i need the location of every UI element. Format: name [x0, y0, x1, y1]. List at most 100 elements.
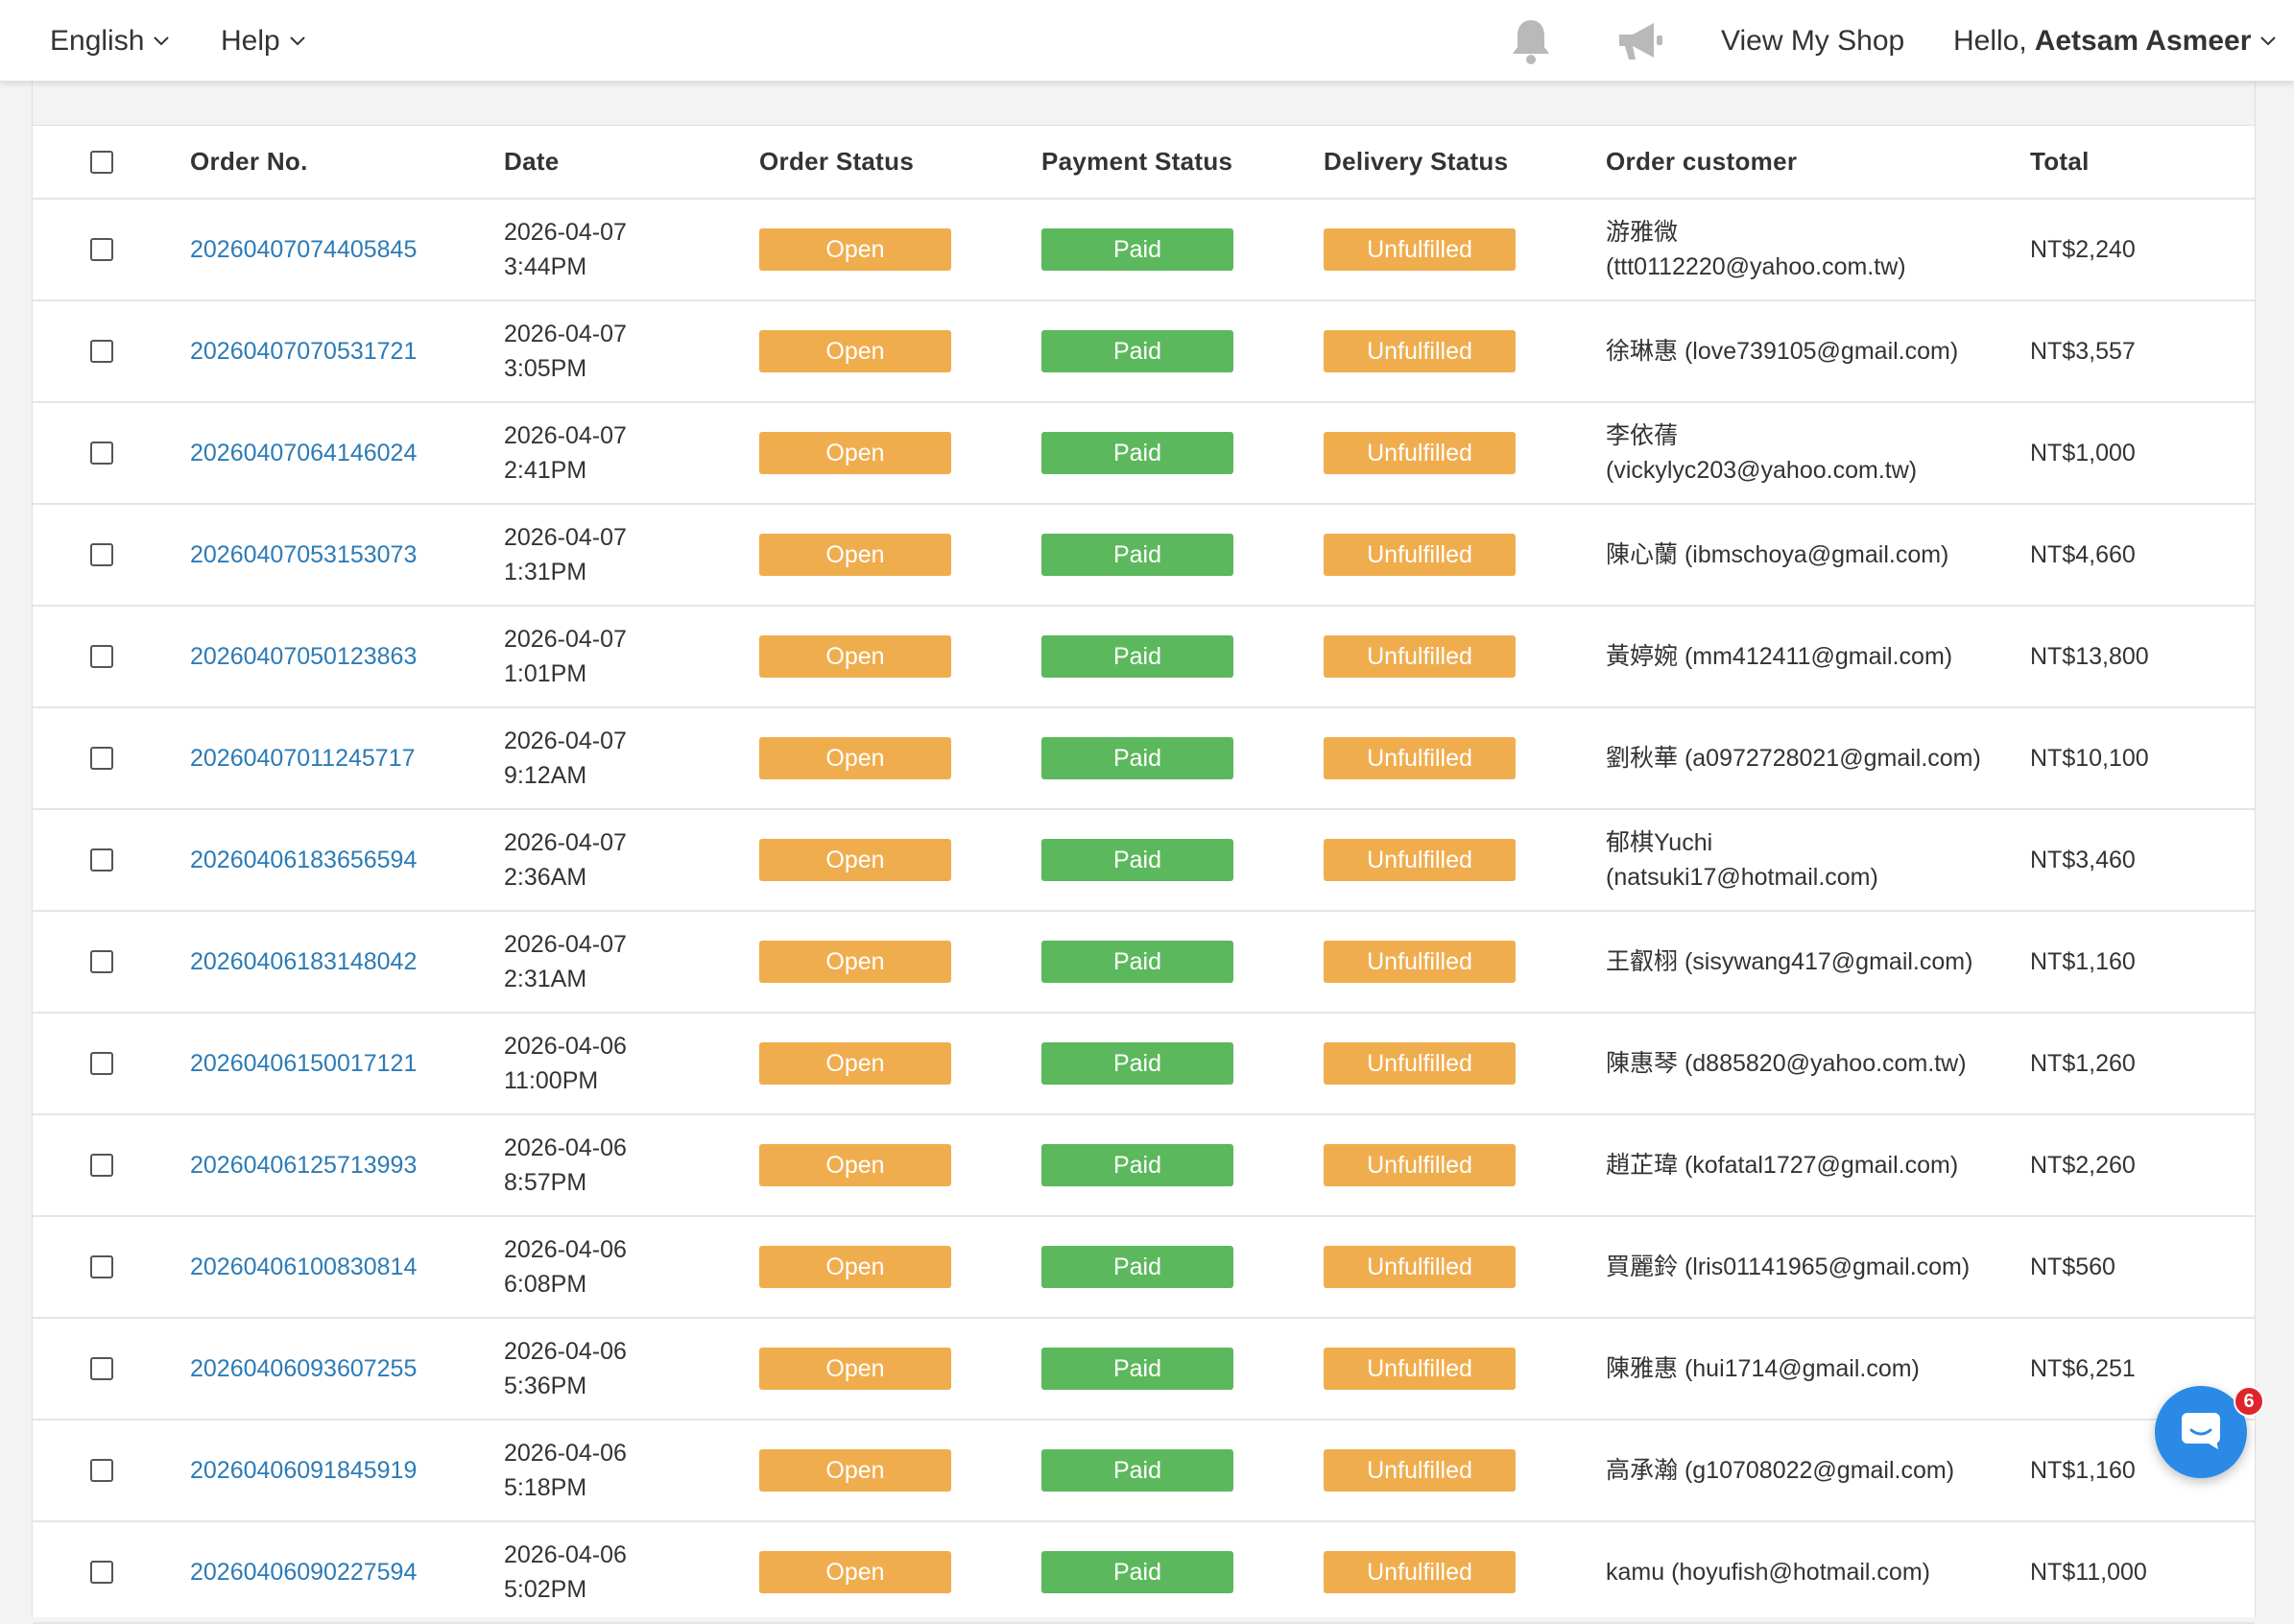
row-checkbox[interactable]	[90, 848, 113, 872]
row-checkbox[interactable]	[90, 543, 113, 566]
payment-status-cell: Paid	[1041, 504, 1324, 606]
header-total[interactable]: Total	[2030, 126, 2255, 199]
date-cell: 2026-04-07 1:31PM	[504, 504, 759, 606]
table-row[interactable]: 20260407053153073 2026-04-07 1:31PM Open Pai…	[33, 504, 2255, 606]
order-number-link[interactable]: 20260406100830814	[190, 1254, 417, 1280]
table-row[interactable]: 20260406150017121 2026-04-06 11:00PM Open Pa…	[33, 1013, 2255, 1114]
row-select-cell	[33, 300, 190, 402]
row-checkbox[interactable]	[90, 950, 113, 973]
megaphone-icon[interactable]	[1613, 0, 1666, 82]
order-status-cell: Open	[759, 1521, 1041, 1623]
language-label: English	[50, 24, 145, 57]
order-status-badge: Open	[759, 1551, 951, 1593]
order-number-link[interactable]: 20260406183656594	[190, 847, 417, 873]
table-row[interactable]: 20260407011245717 2026-04-07 9:12AM Open Pai…	[33, 707, 2255, 809]
row-select-cell	[33, 707, 190, 809]
delivery-status-cell: Unfulfilled	[1324, 199, 1606, 300]
customer-name: 陳雅惠 (hui1714@gmail.com)	[1606, 1355, 1920, 1382]
table-row[interactable]: 20260407074405845 2026-04-07 3:44PM Open Pai…	[33, 199, 2255, 300]
order-number-link[interactable]: 20260407053153073	[190, 541, 417, 568]
order-date: 2026-04-07	[504, 931, 627, 958]
table-row[interactable]: 20260406093607255 2026-04-06 5:36PM Open Pai…	[33, 1318, 2255, 1420]
order-status-cell: Open	[759, 199, 1041, 300]
order-number-link[interactable]: 20260406091845919	[190, 1457, 417, 1484]
row-checkbox[interactable]	[90, 340, 113, 363]
order-status-cell: Open	[759, 1420, 1041, 1521]
order-number-link[interactable]: 20260407074405845	[190, 236, 417, 263]
table-row[interactable]: 20260406090227594 2026-04-06 5:02PM Open Pai…	[33, 1521, 2255, 1623]
payment-status-badge: Paid	[1041, 941, 1233, 983]
row-select-cell	[33, 1216, 190, 1318]
customer-cell: 游雅微 (ttt0112220@yahoo.com.tw)	[1606, 199, 2030, 300]
order-status-cell: Open	[759, 504, 1041, 606]
table-row[interactable]: 20260406183656594 2026-04-07 2:36AM Open Pai…	[33, 809, 2255, 911]
order-number-link[interactable]: 20260406090227594	[190, 1559, 417, 1586]
order-number-link[interactable]: 20260407011245717	[190, 745, 416, 772]
order-number-link[interactable]: 20260406125713993	[190, 1152, 417, 1179]
row-checkbox[interactable]	[90, 238, 113, 261]
table-row[interactable]: 20260406183148042 2026-04-07 2:31AM Open Pai…	[33, 911, 2255, 1013]
delivery-status-cell: Unfulfilled	[1324, 1420, 1606, 1521]
customer-cell: 高承瀚 (g10708022@gmail.com)	[1606, 1420, 2030, 1521]
delivery-status-badge: Unfulfilled	[1324, 228, 1516, 271]
payment-status-badge: Paid	[1041, 1551, 1233, 1593]
row-checkbox[interactable]	[90, 1255, 113, 1278]
customer-cell: 陳雅惠 (hui1714@gmail.com)	[1606, 1318, 2030, 1420]
order-date: 2026-04-07	[504, 422, 627, 449]
row-checkbox[interactable]	[90, 442, 113, 465]
order-status-badge: Open	[759, 1348, 951, 1390]
order-time: 2:36AM	[504, 864, 587, 891]
payment-status-cell: Paid	[1041, 1216, 1324, 1318]
header-date[interactable]: Date	[504, 126, 759, 199]
top-navigation-bar: English Help View My Shop Hello, Aetsam …	[0, 0, 2294, 82]
customer-cell: 趙芷瑋 (kofatal1727@gmail.com)	[1606, 1114, 2030, 1216]
table-row[interactable]: 20260406125713993 2026-04-06 8:57PM Open Pai…	[33, 1114, 2255, 1216]
row-checkbox[interactable]	[90, 1459, 113, 1482]
table-row[interactable]: 20260407070531721 2026-04-07 3:05PM Open Pai…	[33, 300, 2255, 402]
row-checkbox[interactable]	[90, 1052, 113, 1075]
header-order-customer[interactable]: Order customer	[1606, 126, 2030, 199]
select-all-checkbox[interactable]	[90, 150, 113, 174]
order-time: 5:36PM	[504, 1373, 587, 1399]
table-row[interactable]: 20260407050123863 2026-04-07 1:01PM Open Pai…	[33, 606, 2255, 707]
order-number-link[interactable]: 20260406150017121	[190, 1050, 417, 1077]
row-checkbox[interactable]	[90, 747, 113, 770]
date-cell: 2026-04-07 2:31AM	[504, 911, 759, 1013]
header-order-status[interactable]: Order Status	[759, 126, 1041, 199]
user-menu-dropdown[interactable]: Hello, Aetsam Asmeer	[1953, 0, 2277, 82]
help-dropdown[interactable]: Help	[221, 0, 305, 82]
customer-name: 李依蒨	[1606, 422, 1679, 449]
customer-email: (ttt0112220@yahoo.com.tw)	[1606, 253, 1906, 280]
table-row[interactable]: 20260406100830814 2026-04-06 6:08PM Open Pai…	[33, 1216, 2255, 1318]
delivery-status-badge: Unfulfilled	[1324, 1348, 1516, 1390]
customer-name: 趙芷瑋 (kofatal1727@gmail.com)	[1606, 1152, 1959, 1179]
table-row[interactable]: 20260406091845919 2026-04-06 5:18PM Open Pai…	[33, 1420, 2255, 1521]
order-number-link[interactable]: 20260406093607255	[190, 1355, 417, 1382]
bell-icon[interactable]	[1505, 0, 1557, 82]
view-my-shop-link[interactable]: View My Shop	[1721, 0, 1904, 82]
order-number-link[interactable]: 20260407070531721	[190, 338, 417, 365]
header-order-no[interactable]: Order No.	[190, 126, 504, 199]
table-row[interactable]: 20260407064146024 2026-04-07 2:41PM Open Pai…	[33, 402, 2255, 504]
delivery-status-cell: Unfulfilled	[1324, 911, 1606, 1013]
row-checkbox[interactable]	[90, 645, 113, 668]
language-dropdown[interactable]: English	[50, 0, 170, 82]
customer-cell: 陳心蘭 (ibmschoya@gmail.com)	[1606, 504, 2030, 606]
payment-status-badge: Paid	[1041, 330, 1233, 372]
row-checkbox[interactable]	[90, 1357, 113, 1380]
payment-status-cell: Paid	[1041, 606, 1324, 707]
row-checkbox[interactable]	[90, 1561, 113, 1584]
order-number-link[interactable]: 20260407064146024	[190, 440, 417, 466]
order-number-link[interactable]: 20260406183148042	[190, 948, 417, 975]
header-payment-status[interactable]: Payment Status	[1041, 126, 1324, 199]
delivery-status-badge: Unfulfilled	[1324, 737, 1516, 779]
order-status-badge: Open	[759, 839, 951, 881]
customer-name: 高承瀚 (g10708022@gmail.com)	[1606, 1457, 1955, 1484]
order-number-link[interactable]: 20260407050123863	[190, 643, 417, 670]
row-checkbox[interactable]	[90, 1154, 113, 1177]
date-cell: 2026-04-07 2:41PM	[504, 402, 759, 504]
header-delivery-status[interactable]: Delivery Status	[1324, 126, 1606, 199]
delivery-status-badge: Unfulfilled	[1324, 432, 1516, 474]
order-status-badge: Open	[759, 1042, 951, 1085]
total-cell: NT$1,000	[2030, 440, 2136, 466]
